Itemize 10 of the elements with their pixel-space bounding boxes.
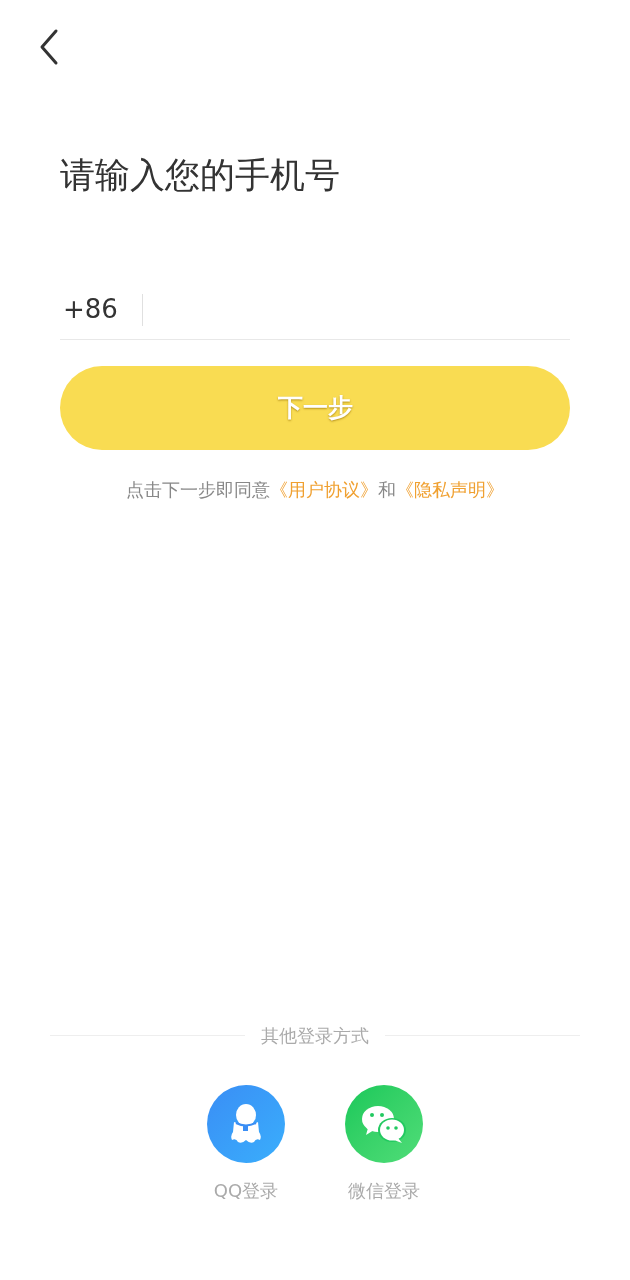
phone-input-field[interactable]: +86 bbox=[60, 280, 570, 340]
user-agreement-link[interactable]: 《用户协议》 bbox=[270, 479, 378, 500]
login-option-label[interactable]: QQ登录 bbox=[213, 1177, 279, 1204]
page-title: 请输入您的手机号 bbox=[60, 154, 341, 196]
country-code[interactable]: +86 bbox=[60, 290, 142, 329]
terms-notice: 点击下一步即同意《用户协议》和《隐私声明》 bbox=[125, 478, 505, 502]
login-option-label[interactable]: 微信登录 bbox=[348, 1177, 420, 1204]
back-icon[interactable] bbox=[38, 28, 60, 66]
other-login-heading: 其他登录方式 bbox=[261, 1024, 369, 1048]
privacy-link[interactable]: 《隐私声明》 bbox=[396, 479, 504, 500]
